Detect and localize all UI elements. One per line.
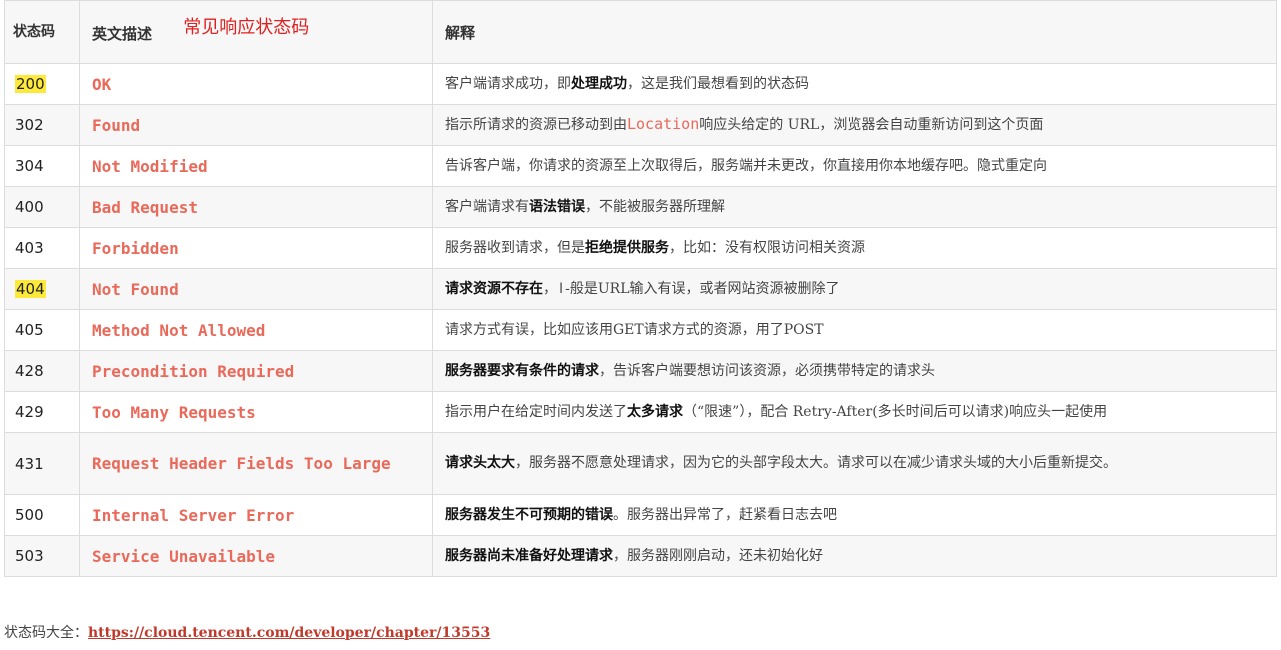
status-code: 429 <box>15 403 44 421</box>
status-name: Too Many Requests <box>79 391 433 433</box>
status-code-table: 状态码 英文描述 常见响应状态码 解释 200 OK 客户端请求成功，即处理成功，这… <box>4 0 1277 577</box>
status-description: 指示所请求的资源已移动到由Location响应头给定的 URL，浏览器会自动重新… <box>432 104 1277 146</box>
description-segment: 客户端请求有 <box>445 198 529 215</box>
status-name: Not Found <box>79 268 433 310</box>
status-description: 客户端请求有语法错误，不能被服务器所理解 <box>432 186 1277 228</box>
status-code: 304 <box>15 157 44 175</box>
description-segment: ， <box>543 280 557 297</box>
table-row: 400 Bad Request 客户端请求有语法错误，不能被服务器所理解 <box>4 186 1277 228</box>
status-code-cell: 503 <box>4 535 80 577</box>
status-code: 405 <box>15 321 44 339</box>
description-segment: ，这是我们最想看到的状态码 <box>627 75 809 92</box>
description-segment: 。服务器出异常了，赶紧看日志去吧 <box>613 506 837 523</box>
status-code: 431 <box>15 454 44 473</box>
description-segment: 服务器发生不可预期的错误 <box>445 506 613 523</box>
status-code: 500 <box>15 506 44 524</box>
footer-label: 状态码大全： <box>4 625 88 641</box>
status-code-cell: 403 <box>4 227 80 269</box>
table-row: 429 Too Many Requests 指示用户在给定时间内发送了太多请求（“限… <box>4 391 1277 433</box>
description-segment: 请求头太大 <box>445 455 515 471</box>
description-segment: 语法错误 <box>529 198 585 215</box>
status-code-cell: 304 <box>4 145 80 187</box>
status-code: 503 <box>15 547 44 565</box>
status-code-cell: 500 <box>4 494 80 536</box>
status-code-cell: 302 <box>4 104 80 146</box>
status-name: Found <box>79 104 433 146</box>
description-segment: -般是URL输入有误，或者网站资源被删除了 <box>565 280 840 297</box>
status-code-cell: 428 <box>4 350 80 392</box>
status-name: Method Not Allowed <box>79 309 433 351</box>
status-name: Service Unavailable <box>79 535 433 577</box>
header-desc: 解释 <box>432 0 1277 64</box>
table-row: 404 Not Found 请求资源不存在， I -般是URL输入有误，或者网站资源被删… <box>4 268 1277 310</box>
status-name: Forbidden <box>79 227 433 269</box>
description-segment: 指示所请求的资源已移动到由 <box>445 117 627 133</box>
description-segment: 服务器尚未准备好处理请求 <box>445 547 613 564</box>
description-segment: 拒绝提供服务 <box>585 239 669 256</box>
status-code: 404 <box>15 280 46 298</box>
description-segment: 太多请求 <box>627 403 683 420</box>
status-description: 指示用户在给定时间内发送了太多请求（“限速”），配合 Retry-After(多… <box>432 391 1277 433</box>
status-description: 告诉客户端，你请求的资源至上次取得后，服务端并未更改，你直接用你本地缓存吧。隐式… <box>432 145 1277 187</box>
footer-link[interactable]: https://cloud.tencent.com/developer/chap… <box>88 625 490 641</box>
status-code-cell: 431 <box>4 432 80 495</box>
status-code-cell: 405 <box>4 309 80 351</box>
status-description: 客户端请求成功，即处理成功，这是我们最想看到的状态码 <box>432 63 1277 105</box>
status-name: Precondition Required <box>79 350 433 392</box>
status-name: Bad Request <box>79 186 433 228</box>
description-segment: ，服务器不愿意处理请求，因为它的头部字段太大。请求可以在减少请求头域的大小后重新… <box>515 455 1117 471</box>
status-name: Request Header Fields Too Large <box>79 432 433 495</box>
table-row: 200 OK 客户端请求成功，即处理成功，这是我们最想看到的状态码 <box>4 63 1277 105</box>
status-description: 服务器要求有条件的请求，告诉客户端要想访问该资源，必须携带特定的请求头 <box>432 350 1277 392</box>
description-segment: 告诉客户端，你请求的资源至上次取得后，服务端并未更改，你直接用你本地缓存吧。隐式… <box>445 157 1047 174</box>
description-segment: 指示用户在给定时间内发送了 <box>445 403 627 420</box>
table-row: 302 Found 指示所请求的资源已移动到由Location响应头给定的 URL，… <box>4 104 1277 146</box>
status-code: 302 <box>15 116 44 134</box>
status-name: OK <box>79 63 433 105</box>
status-code: 403 <box>15 239 44 257</box>
description-segment: （“限速”），配合 Retry-After(多长时间后可以请求)响应头一起使用 <box>683 403 1108 420</box>
description-segment: ，告诉客户端要想访问该资源，必须携带特定的请求头 <box>599 362 935 379</box>
status-code: 200 <box>15 75 46 93</box>
description-segment: ，不能被服务器所理解 <box>585 198 725 215</box>
status-description: 服务器尚未准备好处理请求，服务器刚刚启动，还未初始化好 <box>432 535 1277 577</box>
description-segment: 请求资源不存在 <box>445 280 543 297</box>
status-description: 服务器收到请求，但是拒绝提供服务，比如：没有权限访问相关资源 <box>432 227 1277 269</box>
status-name: Internal Server Error <box>79 494 433 536</box>
status-code-cell: 404 <box>4 268 80 310</box>
status-description: 请求资源不存在， I -般是URL输入有误，或者网站资源被删除了 <box>432 268 1277 310</box>
status-description: 请求头太大，服务器不愿意处理请求，因为它的头部字段太大。请求可以在减少请求头域的… <box>432 432 1277 495</box>
table-row: 500 Internal Server Error 服务器发生不可预期的错误。服务器… <box>4 494 1277 536</box>
description-segment: ，比如：没有权限访问相关资源 <box>669 239 865 256</box>
table-row: 405 Method Not Allowed 请求方式有误，比如应该用GET请求方式… <box>4 309 1277 351</box>
footer: 状态码大全：https://cloud.tencent.com/develope… <box>4 622 490 642</box>
status-description: 请求方式有误，比如应该用GET请求方式的资源，用了POST <box>432 309 1277 351</box>
table-row: 428 Precondition Required 服务器要求有条件的请求，告诉客户… <box>4 350 1277 392</box>
text-cursor-icon: I <box>559 280 564 297</box>
table-header-row: 状态码 英文描述 常见响应状态码 解释 <box>4 0 1277 64</box>
table-row: 403 Forbidden 服务器收到请求，但是拒绝提供服务，比如：没有权限访问相关… <box>4 227 1277 269</box>
description-segment: Location <box>627 115 700 133</box>
table-row: 431 Request Header Fields Too Large 请求头太大，… <box>4 432 1277 495</box>
description-segment: 服务器收到请求，但是 <box>445 239 585 256</box>
description-segment: 处理成功 <box>571 75 627 92</box>
table-row: 304 Not Modified 告诉客户端，你请求的资源至上次取得后，服务端并未更… <box>4 145 1277 187</box>
status-code-cell: 200 <box>4 63 80 105</box>
description-segment: ，服务器刚刚启动，还未初始化好 <box>613 547 823 564</box>
status-code: 400 <box>15 198 44 216</box>
status-code-cell: 400 <box>4 186 80 228</box>
header-name-cell: 英文描述 常见响应状态码 <box>79 0 433 64</box>
status-code-cell: 429 <box>4 391 80 433</box>
overlay-title: 常见响应状态码 <box>183 17 310 38</box>
status-description: 服务器发生不可预期的错误。服务器出异常了，赶紧看日志去吧 <box>432 494 1277 536</box>
header-name: 英文描述 <box>92 25 153 43</box>
description-segment: 请求方式有误，比如应该用GET请求方式的资源，用了POST <box>445 321 824 338</box>
table-row: 503 Service Unavailable 服务器尚未准备好处理请求，服务器刚刚… <box>4 535 1277 577</box>
status-code: 428 <box>15 362 44 380</box>
header-code: 状态码 <box>4 0 80 64</box>
description-segment: 客户端请求成功，即 <box>445 75 571 92</box>
description-segment: 服务器要求有条件的请求 <box>445 362 599 379</box>
status-name: Not Modified <box>79 145 433 187</box>
description-segment: 响应头给定的 URL，浏览器会自动重新访问到这个页面 <box>699 117 1044 133</box>
